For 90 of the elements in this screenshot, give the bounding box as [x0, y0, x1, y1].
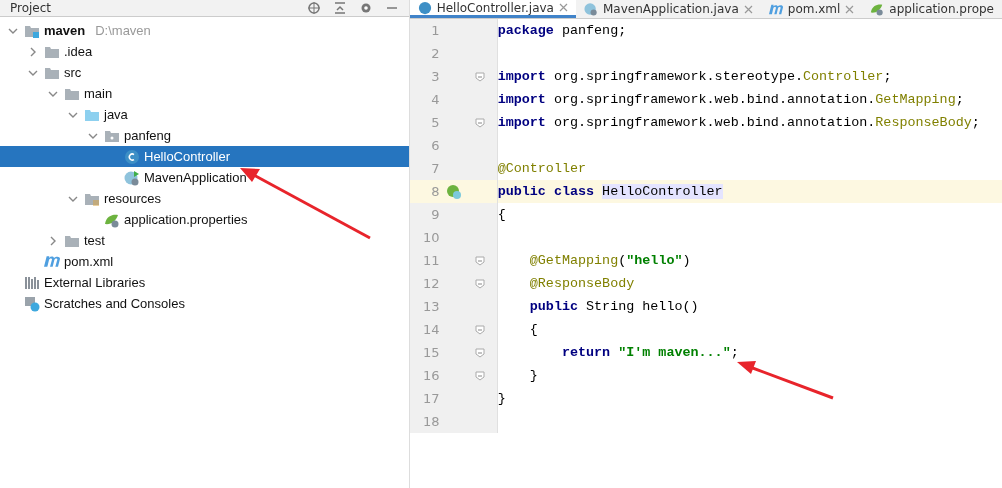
code-line: { [528, 322, 538, 337]
line-number: 18 [422, 414, 440, 429]
code-line: @GetMapping("hello") [528, 253, 691, 268]
fold-marker-icon[interactable] [474, 117, 485, 128]
code-line: @Controller [497, 161, 587, 176]
item-label: src [64, 65, 82, 80]
bean-icon[interactable] [445, 183, 462, 200]
tree-item[interactable]: maven D:\maven [0, 20, 409, 41]
line-number: 3 [430, 69, 440, 84]
line-number: 15 [422, 345, 440, 360]
line-number: 10 [422, 230, 440, 245]
module-path: D:\maven [95, 23, 151, 38]
code-line: public class HelloController [497, 184, 723, 199]
tree-item[interactable]: HelloController [0, 146, 409, 167]
code-line: import org.springframework.web.bind.annotation.ResponseBody; [497, 115, 980, 130]
tree-item[interactable]: Scratches and Consoles [0, 293, 409, 314]
fold-marker-icon[interactable] [474, 324, 485, 335]
scratches-icon [24, 295, 40, 312]
tree-item[interactable]: .idea [0, 41, 409, 62]
class-icon [124, 169, 140, 186]
line-number: 17 [422, 391, 440, 406]
code-line: return "I'm maven..."; [560, 345, 739, 360]
fold-marker-icon[interactable] [474, 255, 485, 266]
item-label: test [84, 233, 105, 248]
line-number: 8 [430, 184, 440, 199]
code-line: } [497, 391, 506, 406]
class-icon [417, 0, 432, 15]
fold-marker-icon[interactable] [474, 370, 485, 381]
class-icon [583, 2, 598, 16]
item-label: java [104, 107, 128, 122]
close-icon[interactable] [558, 3, 568, 12]
chevron-right-icon[interactable] [48, 235, 58, 246]
tree-item[interactable]: application.properties [0, 209, 409, 230]
item-label: pom.xml [64, 254, 114, 269]
editor-tab[interactable]: MavenApplication.java [575, 0, 761, 18]
code-line: public String hello() [528, 299, 699, 314]
code-line: @ResponseBody [528, 276, 635, 291]
line-number: 7 [430, 161, 440, 176]
chevron-right-icon[interactable] [28, 46, 38, 57]
editor-tab[interactable]: HelloController.java [409, 0, 576, 18]
code-line: package panfeng; [497, 23, 627, 38]
class-icon [124, 148, 140, 165]
collapse-icon[interactable] [332, 1, 347, 15]
item-label: main [84, 86, 113, 101]
line-number: 12 [422, 276, 440, 291]
tree-item[interactable]: java [0, 104, 409, 125]
tree-item[interactable]: External Libraries [0, 272, 409, 293]
item-label: resources [104, 191, 162, 206]
item-label: Scratches and Consoles [44, 296, 185, 311]
fold-marker-icon[interactable] [474, 278, 485, 289]
item-label: .idea [64, 44, 93, 59]
close-icon[interactable] [845, 4, 855, 14]
close-icon[interactable] [743, 4, 753, 14]
tree-item[interactable]: main [0, 83, 409, 104]
tree-item[interactable]: pom.xml [0, 251, 409, 272]
line-number: 6 [430, 138, 440, 153]
item-label: maven [44, 23, 86, 38]
code-line: import org.springframework.web.bind.annotation.GetMapping; [497, 92, 964, 107]
maven-file-icon [44, 255, 60, 268]
tree-item[interactable]: panfeng [0, 125, 409, 146]
line-number: 5 [430, 115, 440, 130]
line-number: 11 [422, 253, 440, 268]
code-line: import org.springframework.stereotype.Controller; [497, 69, 892, 84]
fold-marker-icon[interactable] [474, 71, 485, 82]
tree-item[interactable]: test [0, 230, 409, 251]
line-number: 2 [430, 46, 440, 61]
spring-properties-icon [870, 2, 885, 16]
line-number: 13 [422, 299, 440, 314]
line-number: 9 [430, 207, 440, 222]
code-line: { [497, 207, 506, 222]
item-label: External Libraries [44, 275, 146, 290]
code-line: } [528, 368, 538, 383]
tree-item[interactable]: resources [0, 188, 409, 209]
tree-item[interactable]: src [0, 62, 409, 83]
line-number: 1 [430, 23, 440, 38]
panel-title[interactable]: Project [10, 1, 52, 15]
item-label: MavenApplication [144, 170, 247, 185]
crosshair-icon[interactable] [306, 1, 321, 15]
item-label: HelloController [144, 149, 230, 164]
libraries-icon [24, 274, 40, 291]
item-label: panfeng [124, 128, 171, 143]
fold-marker-icon[interactable] [474, 347, 485, 358]
item-label: application.properties [124, 212, 248, 227]
tree-item[interactable]: MavenApplication [0, 167, 409, 188]
maven-file-icon [768, 3, 783, 15]
editor-tab[interactable]: application.prope [862, 0, 1002, 18]
editor-tab[interactable]: pom.xml [760, 0, 863, 18]
line-number: 16 [422, 368, 440, 383]
line-number: 4 [430, 92, 440, 107]
line-number: 14 [422, 322, 440, 337]
